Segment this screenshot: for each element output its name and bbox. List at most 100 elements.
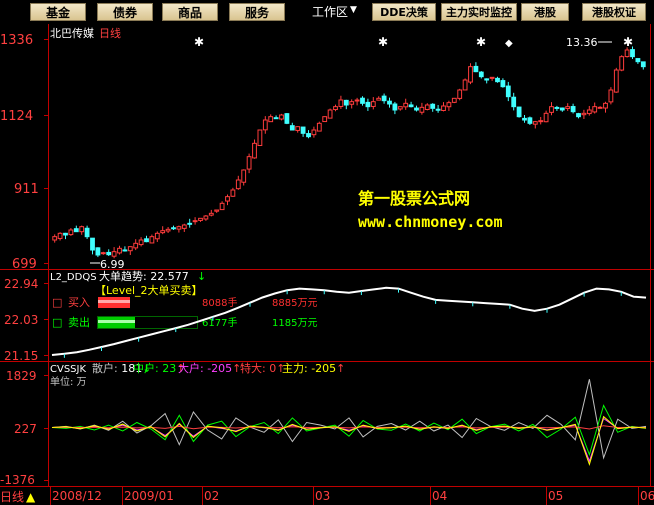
candle-body: [549, 106, 554, 113]
candle-body: [543, 112, 549, 123]
toolbar-button-5[interactable]: DDE决策: [372, 3, 436, 21]
candle-body: [68, 229, 74, 236]
candle-body: [333, 106, 338, 111]
candle-body: [370, 101, 376, 107]
candle-body: [300, 126, 306, 134]
panel2-ytick: 22.94: [4, 277, 38, 291]
star-marker: ✱: [476, 35, 486, 49]
period-arrow-icon[interactable]: ▲: [26, 490, 36, 504]
candle-body: [522, 117, 527, 121]
candle-body: [532, 121, 538, 125]
stock-name: 北巴传媒: [50, 27, 94, 40]
star-marker: ✱: [623, 35, 633, 49]
candle-body: [527, 117, 533, 124]
candle-body: [376, 97, 382, 101]
candle-body: [640, 61, 646, 68]
candle-body: [349, 101, 355, 105]
toolbar-button-0[interactable]: 基金: [30, 3, 86, 21]
candle-body: [187, 222, 193, 225]
toolbar: 基金 债券 商品 服务 工作区 DDE决策 主力实时监控 港股 港股权证 ▼: [0, 0, 654, 24]
candle-body: [495, 77, 500, 83]
watermark-url: www.chnmoney.com: [358, 213, 503, 231]
date-label: 05: [548, 489, 563, 503]
candle-body: [619, 56, 625, 71]
candle-body: [225, 196, 230, 202]
candle-body: [570, 106, 576, 113]
candle-body: [154, 232, 160, 240]
high-label: 13.36: [566, 36, 598, 49]
workspace-dropdown-icon[interactable]: ▼: [350, 5, 357, 15]
toolbar-button-1[interactable]: 债券: [97, 3, 153, 21]
candle-body: [52, 236, 58, 241]
candle-body: [387, 100, 392, 105]
candle-body: [171, 227, 176, 230]
candle-body: [79, 226, 85, 233]
toolbar-button-6[interactable]: 主力实时监控: [441, 3, 517, 21]
candle-body: [214, 209, 220, 212]
date-label: 06: [640, 489, 654, 503]
candle-body: [489, 76, 495, 79]
date-label: 03: [315, 489, 330, 503]
main-ytick: 1124: [0, 109, 33, 124]
candle-body: [635, 58, 641, 63]
candle-body: [327, 109, 333, 119]
candle-body: [430, 103, 436, 109]
candle-body: [581, 112, 587, 116]
candle-body: [117, 247, 122, 254]
candle-body: [462, 79, 468, 91]
main-ytick: 699: [12, 257, 37, 272]
buy-checkbox[interactable]: □: [52, 296, 62, 309]
candle-body: [559, 107, 565, 111]
candle-body: [624, 49, 630, 58]
candle-body: [538, 120, 544, 123]
candle-body: [435, 108, 441, 111]
star-marker: ✱: [378, 35, 388, 49]
candle-body: [192, 220, 198, 223]
candle-body: [446, 102, 452, 108]
toolbar-button-2[interactable]: 商品: [162, 3, 218, 21]
candle-body: [419, 106, 425, 113]
toolbar-button-7[interactable]: 港股: [521, 3, 569, 21]
candle-body: [516, 106, 522, 118]
toolbar-button-3[interactable]: 服务: [229, 3, 285, 21]
candle-body: [198, 217, 203, 221]
candle-body: [57, 232, 63, 239]
candle-body: [630, 49, 635, 58]
candle-body: [90, 237, 95, 251]
candle-body: [208, 212, 214, 216]
period-button[interactable]: 日线: [0, 490, 24, 504]
main-ytick: 911: [14, 182, 39, 197]
buy-label: 买入: [68, 296, 90, 309]
candle-body: [241, 169, 247, 183]
panel3-unit: 单位: 万: [50, 375, 87, 388]
candle-body: [408, 104, 414, 108]
date-label: 2009/01: [124, 489, 174, 503]
panel3-indicator: CVSSJK: [50, 364, 86, 375]
panel2-subtitle: 【Level_2大单买卖】: [95, 283, 203, 297]
candle-body: [565, 106, 571, 109]
candle-body: [343, 99, 349, 106]
candle-body: [252, 142, 257, 159]
date-label: 2008/12: [52, 489, 102, 503]
candle-body: [360, 97, 365, 104]
candle-body: [268, 116, 274, 123]
candle-body: [262, 119, 268, 131]
candle-body: [246, 156, 252, 170]
candle-body: [608, 89, 614, 103]
candle-body: [484, 78, 490, 81]
panel2-indicator: L2_DDQS: [50, 272, 97, 283]
toolbar-button-8[interactable]: 港股权证: [582, 3, 646, 21]
candle-body: [63, 232, 68, 236]
panel3-ytick: 227: [14, 422, 37, 436]
sell-checkbox[interactable]: □: [52, 316, 62, 329]
candle-body: [203, 215, 209, 220]
candle-body: [230, 189, 236, 197]
candle-body: [473, 65, 479, 73]
candle-body: [414, 107, 419, 111]
legend-item: 特大: 0↑: [240, 361, 285, 375]
sell-bar-highlight: [98, 320, 135, 323]
candle-body: [181, 224, 187, 229]
candle-body: [500, 80, 506, 88]
candle-body: [322, 116, 328, 123]
legend-item: 主力: -205↑: [282, 362, 345, 375]
